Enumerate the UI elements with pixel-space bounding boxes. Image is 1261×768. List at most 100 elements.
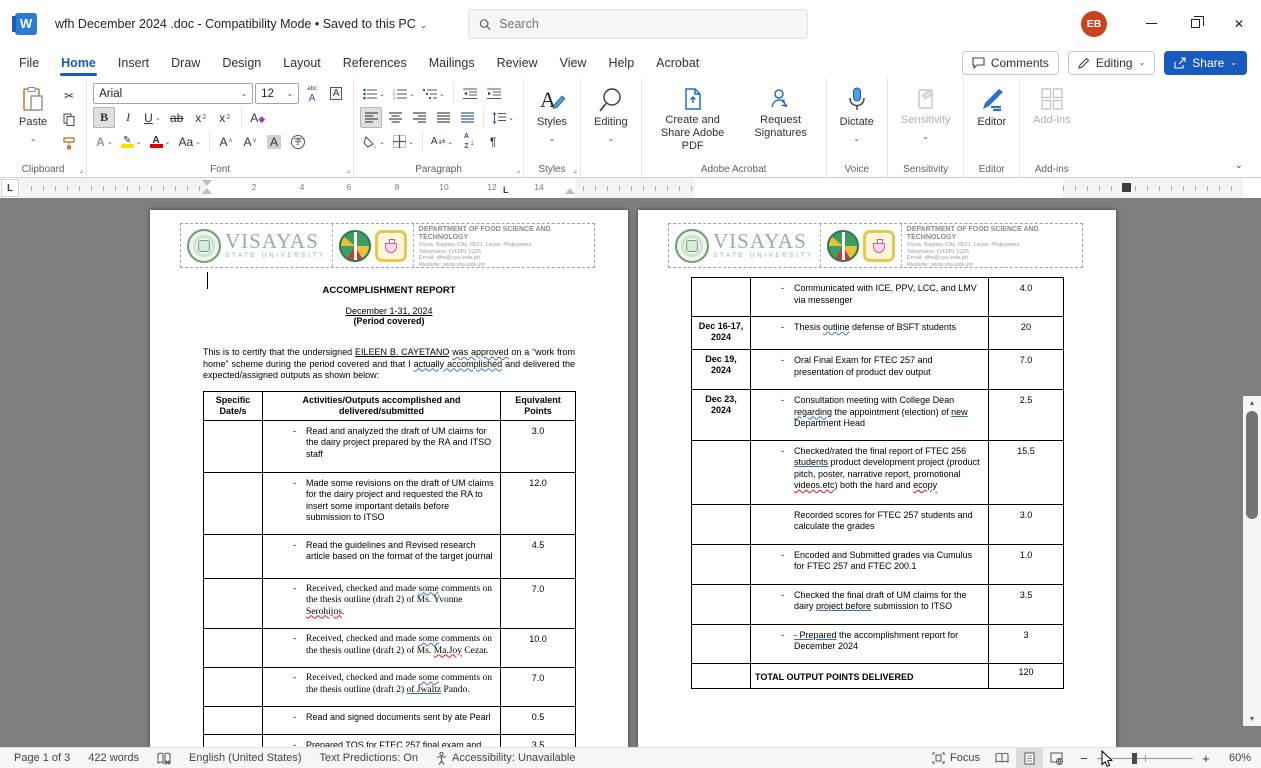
date-cell[interactable]: [204, 735, 263, 748]
search-bar[interactable]: [468, 9, 808, 39]
points-cell[interactable]: 7.0: [501, 578, 576, 629]
font-dialog-launcher[interactable]: ⌟: [346, 165, 350, 174]
date-cell[interactable]: [204, 668, 263, 707]
zoom-percentage[interactable]: 60%: [1220, 748, 1261, 768]
points-cell[interactable]: 4.5: [501, 534, 576, 578]
points-cell[interactable]: 3.0: [501, 420, 576, 472]
date-cell[interactable]: [692, 584, 751, 624]
zoom-slider[interactable]: [1097, 758, 1193, 759]
total-points-cell[interactable]: 120: [989, 663, 1064, 688]
sort-button[interactable]: AZ↓: [458, 131, 480, 152]
cut-button[interactable]: ✂: [58, 85, 80, 106]
tab-review[interactable]: Review: [486, 50, 549, 76]
activity-cell[interactable]: -Checked the final draft of UM claims fo…: [751, 584, 989, 624]
tab-insert[interactable]: Insert: [107, 50, 160, 76]
points-cell[interactable]: 7.0: [501, 668, 576, 707]
date-cell[interactable]: [692, 440, 751, 504]
zoom-slider-thumb[interactable]: [1132, 753, 1137, 764]
first-line-indent-marker[interactable]: [202, 180, 212, 186]
date-cell[interactable]: [204, 420, 263, 472]
report-period-caption[interactable]: (Period covered): [203, 316, 575, 326]
collapse-ribbon-button[interactable]: ⌄: [1235, 160, 1243, 171]
underline-button[interactable]: U⌄: [141, 107, 164, 128]
points-cell[interactable]: 0.5: [501, 707, 576, 735]
tab-design[interactable]: Design: [211, 50, 272, 76]
show-formatting-marks-button[interactable]: ¶: [482, 131, 504, 152]
date-cell[interactable]: Dec 23, 2024: [692, 390, 751, 441]
points-cell[interactable]: 3.5: [501, 735, 576, 748]
asian-layout-button[interactable]: A⇄⌄: [428, 131, 456, 152]
shrink-font-button[interactable]: A˅: [239, 131, 261, 152]
tab-help[interactable]: Help: [597, 50, 645, 76]
superscript-button[interactable]: x2: [214, 107, 236, 128]
right-indent-marker[interactable]: [565, 188, 575, 194]
bullets-button[interactable]: ⌄: [360, 83, 388, 104]
vertical-scrollbar[interactable]: ▲ ▼: [1243, 396, 1261, 726]
share-button[interactable]: Share⌄: [1164, 51, 1247, 75]
copy-button[interactable]: [58, 109, 80, 130]
activity-cell[interactable]: -Oral Final Exam for FTEC 257 and presen…: [751, 350, 989, 390]
word-count[interactable]: 422 words: [79, 748, 148, 768]
close-button[interactable]: ✕: [1217, 0, 1261, 47]
hanging-indent-marker[interactable]: [202, 188, 212, 194]
points-cell[interactable]: 20: [989, 317, 1064, 350]
document-title[interactable]: wfh December 2024 .doc - Compatibility M…: [55, 17, 427, 31]
activity-cell[interactable]: -Read the guidelines and Revised researc…: [263, 534, 501, 578]
align-right-button[interactable]: [408, 107, 430, 128]
zoom-in-button[interactable]: +: [1200, 751, 1212, 766]
font-name-combo[interactable]: Arial⌄: [93, 83, 253, 104]
date-cell[interactable]: [204, 472, 263, 534]
subscript-button[interactable]: x2: [190, 107, 212, 128]
date-cell[interactable]: [692, 278, 751, 317]
character-shading-button[interactable]: A: [263, 131, 285, 152]
multilevel-list-button[interactable]: ⌄: [420, 83, 448, 104]
addins-button[interactable]: Add-ins: [1026, 83, 1077, 159]
editing-mode-button[interactable]: Editing⌄: [1068, 51, 1155, 75]
read-mode-button[interactable]: [989, 748, 1016, 768]
report-title[interactable]: ACCOMPLISHMENT REPORT: [203, 285, 575, 296]
activity-cell[interactable]: -Encoded and Submitted grades via Cumulu…: [751, 544, 989, 584]
line-spacing-button[interactable]: ⌄: [489, 107, 517, 128]
comments-button[interactable]: Comments: [962, 51, 1059, 75]
activity-cell[interactable]: Recorded scores for FTEC 257 students an…: [751, 504, 989, 544]
points-cell[interactable]: 3.5: [989, 584, 1064, 624]
activity-cell[interactable]: -Thesis outline defense of BSFT students: [751, 317, 989, 350]
scroll-down-arrow[interactable]: ▼: [1243, 712, 1261, 726]
borders-button[interactable]: ⌄: [390, 131, 417, 152]
tab-draw[interactable]: Draw: [160, 50, 211, 76]
paste-button[interactable]: Paste ⌄: [12, 83, 54, 159]
print-layout-button[interactable]: [1016, 748, 1043, 768]
tab-references[interactable]: References: [332, 50, 418, 76]
points-cell[interactable]: 3: [989, 624, 1064, 663]
points-cell[interactable]: 7.0: [989, 350, 1064, 390]
activity-cell[interactable]: -Made some revisions on the draft of UM …: [263, 472, 501, 534]
date-cell[interactable]: [692, 544, 751, 584]
points-cell[interactable]: 3.0: [989, 504, 1064, 544]
date-cell[interactable]: [692, 504, 751, 544]
tab-view[interactable]: View: [549, 50, 598, 76]
focus-mode-button[interactable]: Focus: [923, 748, 989, 768]
proofing-errors-button[interactable]: [148, 748, 180, 768]
tab-layout[interactable]: Layout: [272, 50, 332, 76]
format-painter-button[interactable]: [58, 133, 80, 154]
activity-cell[interactable]: -Received, checked and made some comment…: [263, 578, 501, 629]
tab-mailings[interactable]: Mailings: [418, 50, 486, 76]
character-border-button[interactable]: A: [325, 83, 347, 104]
tab-home[interactable]: Home: [50, 50, 107, 76]
date-cell[interactable]: Dec 19, 2024: [692, 350, 751, 390]
tab-stop-marker[interactable]: L: [503, 185, 509, 195]
activity-cell[interactable]: -Checked/rated the final report of FTEC …: [751, 440, 989, 504]
bold-button[interactable]: B: [93, 107, 115, 128]
points-cell[interactable]: 10.0: [501, 629, 576, 668]
tab-acrobat[interactable]: Acrobat: [645, 50, 710, 76]
grow-font-button[interactable]: A˄: [215, 131, 237, 152]
date-cell[interactable]: Dec 16-17, 2024: [692, 317, 751, 350]
report-period[interactable]: December 1-31, 2024: [203, 306, 575, 316]
document-page-1[interactable]: VISAYAS STATE UNIVERSITY DEPARTMENT OF F…: [150, 210, 628, 747]
minimize-button[interactable]: [1129, 0, 1173, 47]
date-cell[interactable]: [692, 663, 751, 688]
sensitivity-button[interactable]: Sensitivity ⌄: [894, 83, 958, 159]
activity-cell[interactable]: -Consultation meeting with College Dean …: [751, 390, 989, 441]
styles-button[interactable]: A Styles ⌄: [530, 83, 574, 159]
request-signatures-button[interactable]: ✕ Request Signatures: [742, 83, 820, 159]
